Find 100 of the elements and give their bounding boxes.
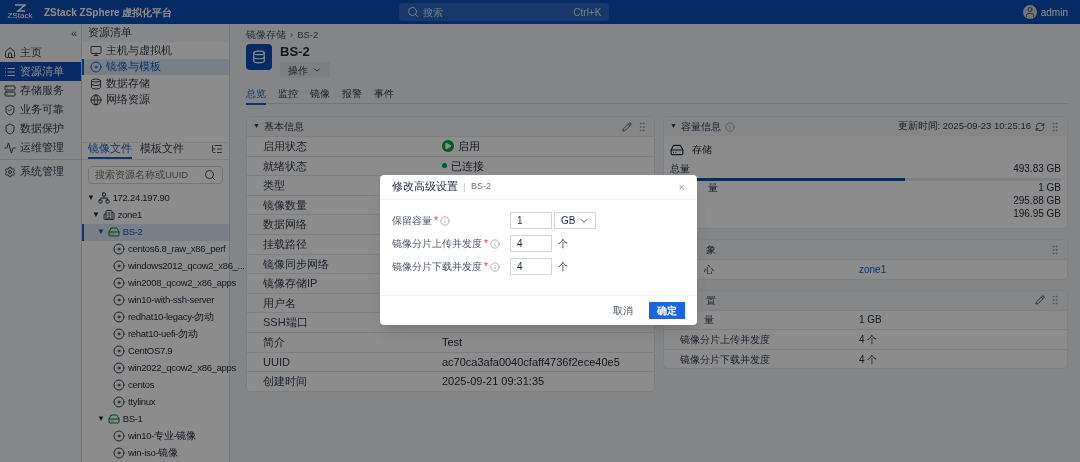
search-field[interactable]: 搜索资源名称或UUID	[88, 166, 223, 184]
disc-icon	[113, 379, 125, 392]
user-name[interactable]: admin	[1040, 4, 1068, 20]
tree-item[interactable]: ▼ BS-1	[82, 410, 229, 428]
breadcrumb-item[interactable]: 镜像存储	[246, 27, 286, 43]
nav-item[interactable]: 系统管理	[0, 162, 81, 181]
panel-tab[interactable]: 模板文件	[140, 140, 184, 160]
tree-item[interactable]: ttylinux	[82, 393, 229, 411]
caret-icon[interactable]: ▼	[87, 192, 95, 205]
tree-item[interactable]: win10-with-ssh-server	[82, 291, 229, 309]
capacity-value: 1 GB	[1038, 181, 1061, 195]
field-label: UUID	[263, 355, 290, 368]
field-value: ac70ca3afa0040cfaff4736f2ece40e5	[442, 355, 620, 368]
tree-item[interactable]: ▼ zone1	[82, 206, 229, 224]
field-label: 镜像同步网络	[263, 257, 329, 270]
page-tab[interactable]: 报警	[342, 86, 362, 105]
search-placeholder: 搜索资源名称或UUID	[95, 168, 189, 183]
field-label: 简介	[263, 336, 285, 348]
status-text: 启用	[442, 138, 654, 155]
field-label: 创建时间	[263, 375, 307, 388]
field-label: 镜像分片上传并发度	[392, 237, 482, 251]
drag-handle-icon[interactable]	[1049, 120, 1061, 133]
unit-select[interactable]: GB	[554, 212, 596, 229]
actions-button[interactable]: 操作	[280, 62, 330, 78]
zone-link[interactable]: zone1	[859, 263, 887, 275]
drag-handle-icon[interactable]	[636, 120, 648, 133]
nav-item[interactable]: 业务可靠	[0, 100, 81, 119]
field-value: 4 个	[859, 353, 878, 365]
search-field[interactable]: 搜索 Ctrl+K	[399, 3, 610, 21]
nav-item[interactable]: 主页	[0, 43, 81, 62]
field-label: 量	[704, 314, 714, 326]
tree-item[interactable]: ▼ 172.24.197.90	[82, 189, 229, 207]
menu-item[interactable]: 主机与虚拟机	[82, 42, 229, 59]
nav-item[interactable]: 运维管理	[0, 138, 81, 157]
field-value: Test	[442, 336, 463, 348]
building-icon	[102, 209, 115, 222]
field-label: 镜像分片下载并发度	[392, 260, 482, 274]
tree-item[interactable]: win2022_qcow2_x86_apps	[82, 359, 237, 377]
refresh-icon[interactable]	[1035, 121, 1045, 132]
caret-icon[interactable]: ▼	[92, 209, 100, 222]
number-input[interactable]: 4	[510, 235, 552, 252]
menu-item[interactable]: 数据存储	[82, 75, 229, 92]
tree-item[interactable]: ▼ BS-2	[82, 223, 229, 241]
tree-item[interactable]: win10-专业-镜像	[82, 427, 229, 445]
capacity-value: 295.88 GB	[1013, 194, 1061, 208]
field-label: 就绪状态	[263, 159, 307, 172]
nav-item[interactable]: 资源清单	[0, 62, 81, 81]
storage-icon	[107, 226, 120, 239]
network-icon	[97, 192, 110, 205]
tree-view-icon[interactable]	[211, 143, 223, 156]
home-icon	[4, 46, 16, 59]
nav-item[interactable]: 存储服务	[0, 81, 81, 100]
menu-item[interactable]: 网络资源	[82, 91, 229, 109]
monitor-icon	[90, 44, 102, 57]
page-tab[interactable]: 事件	[374, 86, 394, 105]
info-icon	[489, 261, 500, 272]
page-tab[interactable]: 监控	[278, 86, 298, 105]
disc-icon	[113, 294, 125, 307]
cancel-button[interactable]: 取消	[605, 303, 641, 318]
number-input[interactable]: 4	[510, 258, 552, 275]
tree-item[interactable]: centos	[82, 376, 229, 394]
disc-icon	[113, 243, 125, 256]
field-label: 挂载路径	[263, 238, 307, 250]
card-title: 基本信息	[263, 120, 304, 134]
page-tab[interactable]: 镜像	[310, 86, 330, 105]
tree-item[interactable]: redhat10-legacy-勿动	[82, 308, 229, 326]
disc-icon	[113, 311, 125, 324]
tree-item[interactable]: rehat10-uefi-勿动	[82, 325, 229, 343]
field-label: 数据网络	[263, 218, 307, 231]
field-label: 类型	[263, 179, 285, 192]
caret-icon[interactable]: ▼	[97, 413, 105, 426]
tree-item[interactable]: win2008_qcow2_x86_apps	[82, 274, 237, 292]
field-value: 4 个	[859, 334, 878, 345]
confirm-button[interactable]: 确定	[649, 302, 685, 319]
logo-text: ZStack	[7, 12, 33, 20]
page-tab[interactable]: 总览	[246, 86, 266, 105]
close-button[interactable]: ×	[678, 178, 685, 196]
panel-tab[interactable]: 镜像文件	[88, 140, 132, 160]
number-input[interactable]: 1	[510, 212, 552, 229]
list-icon	[4, 65, 16, 78]
field-label: 保留容量	[392, 214, 432, 228]
nav-item[interactable]: 数据保护	[0, 119, 81, 138]
disc-icon	[113, 345, 125, 358]
breadcrumb-separator: ›	[290, 27, 294, 42]
tree-item[interactable]: windows2012_qcow2_x86_...	[82, 257, 245, 275]
menu-item[interactable]: 镜像与模板	[82, 58, 229, 76]
caret-icon[interactable]: ▼	[97, 226, 105, 239]
edit-icon[interactable]	[1035, 295, 1045, 306]
field-value: 2025-09-21 09:31:35	[442, 375, 545, 388]
tree-item[interactable]: centos6.8_raw_x86_perf	[82, 240, 229, 258]
total-value: 493.83 GB	[1013, 162, 1061, 176]
tree-item[interactable]: CentOS7.9	[82, 342, 229, 360]
tree-item[interactable]: win-iso-镜像	[82, 444, 229, 462]
avatar-icon[interactable]	[1022, 5, 1037, 19]
drag-handle-icon[interactable]	[1049, 243, 1061, 256]
drag-handle-icon[interactable]	[1049, 294, 1061, 307]
collapse-button[interactable]: «	[70, 25, 77, 42]
edit-icon[interactable]	[622, 121, 632, 132]
capacity-label: 量	[708, 181, 718, 195]
update-time: 更新时间: 2025-09-23 10:25:16	[897, 119, 1031, 134]
